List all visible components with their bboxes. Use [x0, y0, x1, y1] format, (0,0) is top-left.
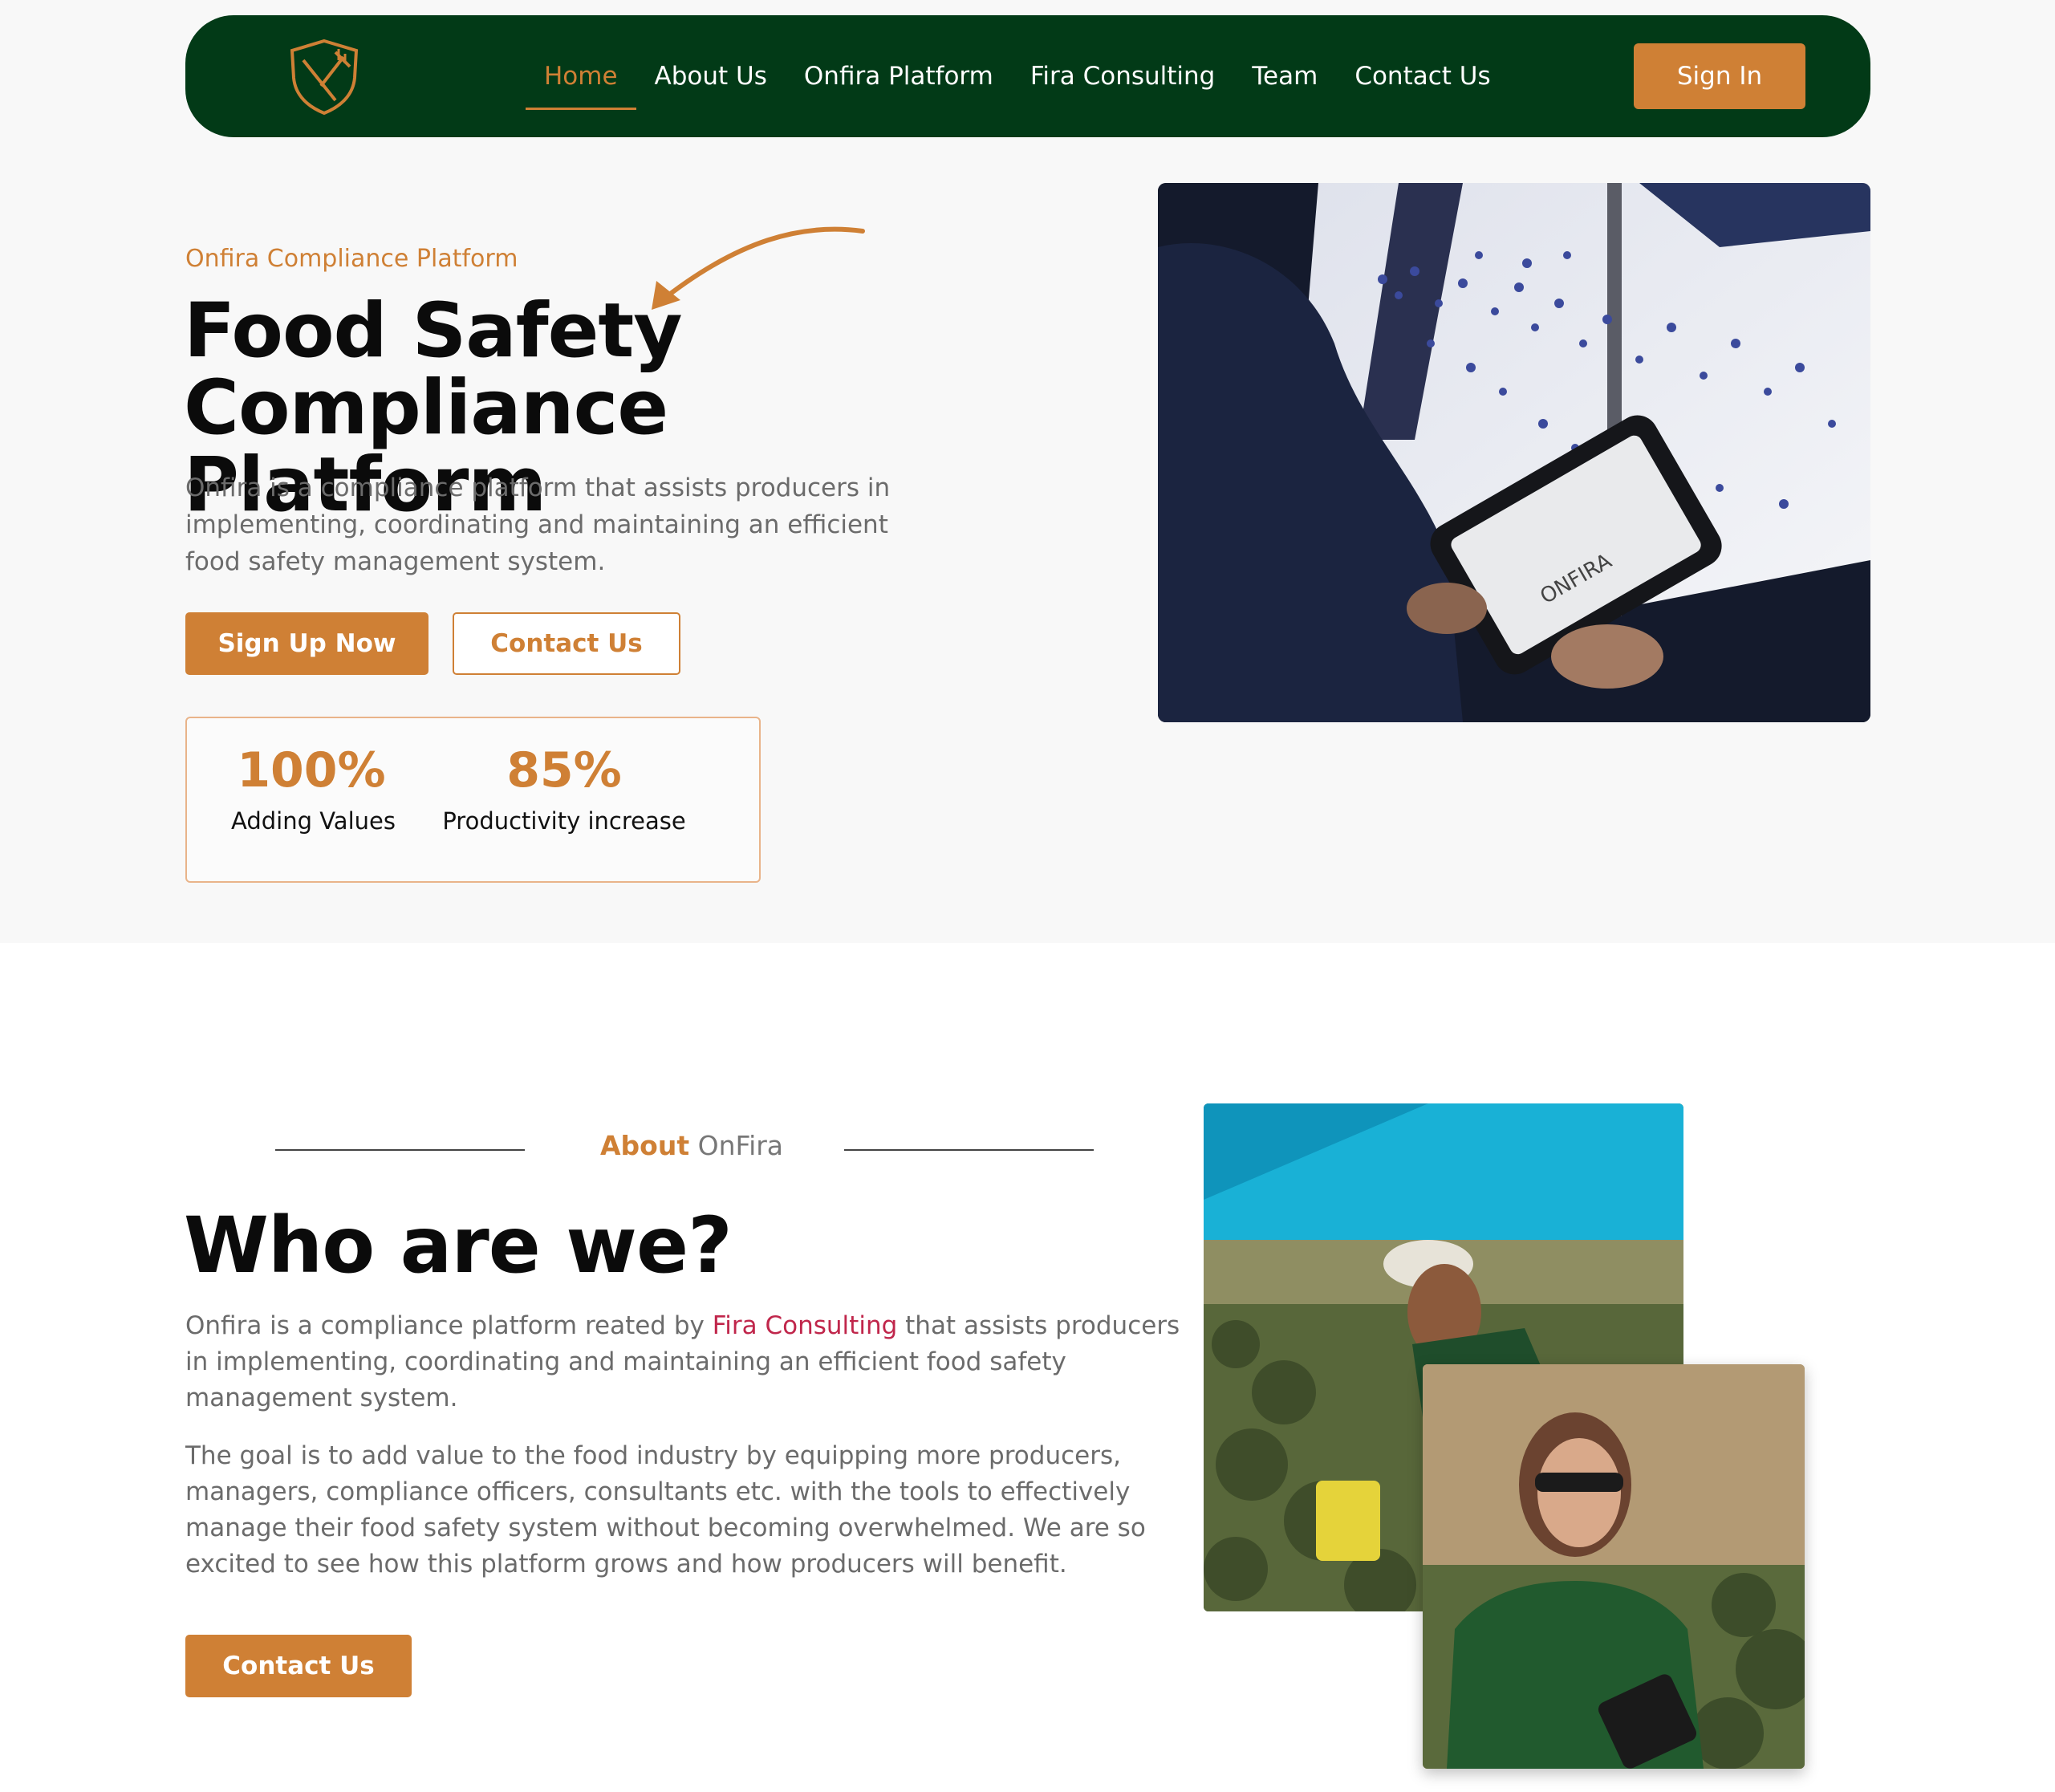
- about-paragraph-1: Onfira is a compliance platform reated b…: [185, 1308, 1180, 1416]
- stat-label: Productivity increase: [442, 807, 686, 835]
- stat-productivity: 85% Productivity increase: [436, 742, 692, 837]
- about-paragraph-2: The goal is to add value to the food ind…: [185, 1441, 1146, 1579]
- nav-item-fira-consulting[interactable]: Fira Consulting: [1012, 15, 1234, 137]
- smiling-inspector-photo: [1423, 1364, 1805, 1769]
- about-p1-before: Onfira is a compliance platform reated b…: [185, 1311, 713, 1340]
- fira-consulting-link[interactable]: Fira Consulting: [713, 1311, 898, 1340]
- nav-item-team[interactable]: Team: [1233, 15, 1336, 137]
- stat-adding-values: 100% Adding Values: [231, 742, 396, 837]
- stat-value: 100%: [237, 742, 386, 798]
- stat-value: 85%: [506, 742, 622, 798]
- stats-box: 100% Adding Values 85% Productivity incr…: [185, 717, 761, 883]
- divider-line-right: [844, 1149, 1094, 1151]
- nav-menu: Home About Us Onfira Platform Fira Consu…: [526, 15, 1509, 137]
- nav-item-about-us[interactable]: About Us: [636, 15, 786, 137]
- navbar: Home About Us Onfira Platform Fira Consu…: [185, 15, 1870, 137]
- hero-title-line1: Food Safety: [184, 287, 683, 375]
- about-title: Who are we?: [184, 1201, 733, 1290]
- about-eyebrow-rest: OnFira: [689, 1130, 784, 1161]
- hero-image: ONFIRA: [1158, 183, 1870, 722]
- nav-item-home[interactable]: Home: [526, 15, 636, 137]
- stat-label: Adding Values: [231, 807, 396, 835]
- hero-description: Onfira is a compliance platform that ass…: [185, 473, 891, 576]
- hero-contact-us-button[interactable]: Contact Us: [453, 612, 680, 675]
- shield-fork-knife-icon[interactable]: [286, 36, 363, 116]
- blueberry-sorting-photo: ONFIRA: [1158, 183, 1870, 722]
- about-eyebrow-bold: About: [600, 1130, 690, 1161]
- about-eyebrow: About OnFira: [600, 1130, 783, 1161]
- divider-line-left: [275, 1149, 525, 1151]
- about-contact-us-button[interactable]: Contact Us: [185, 1635, 412, 1697]
- hero-eyebrow: Onfira Compliance Platform: [185, 245, 518, 273]
- sign-in-button[interactable]: Sign In: [1634, 43, 1805, 109]
- nav-item-contact-us[interactable]: Contact Us: [1336, 15, 1509, 137]
- nav-item-onfira-platform[interactable]: Onfira Platform: [786, 15, 1012, 137]
- sign-up-now-button[interactable]: Sign Up Now: [185, 612, 428, 675]
- smiling-inspector-image: [1423, 1364, 1805, 1769]
